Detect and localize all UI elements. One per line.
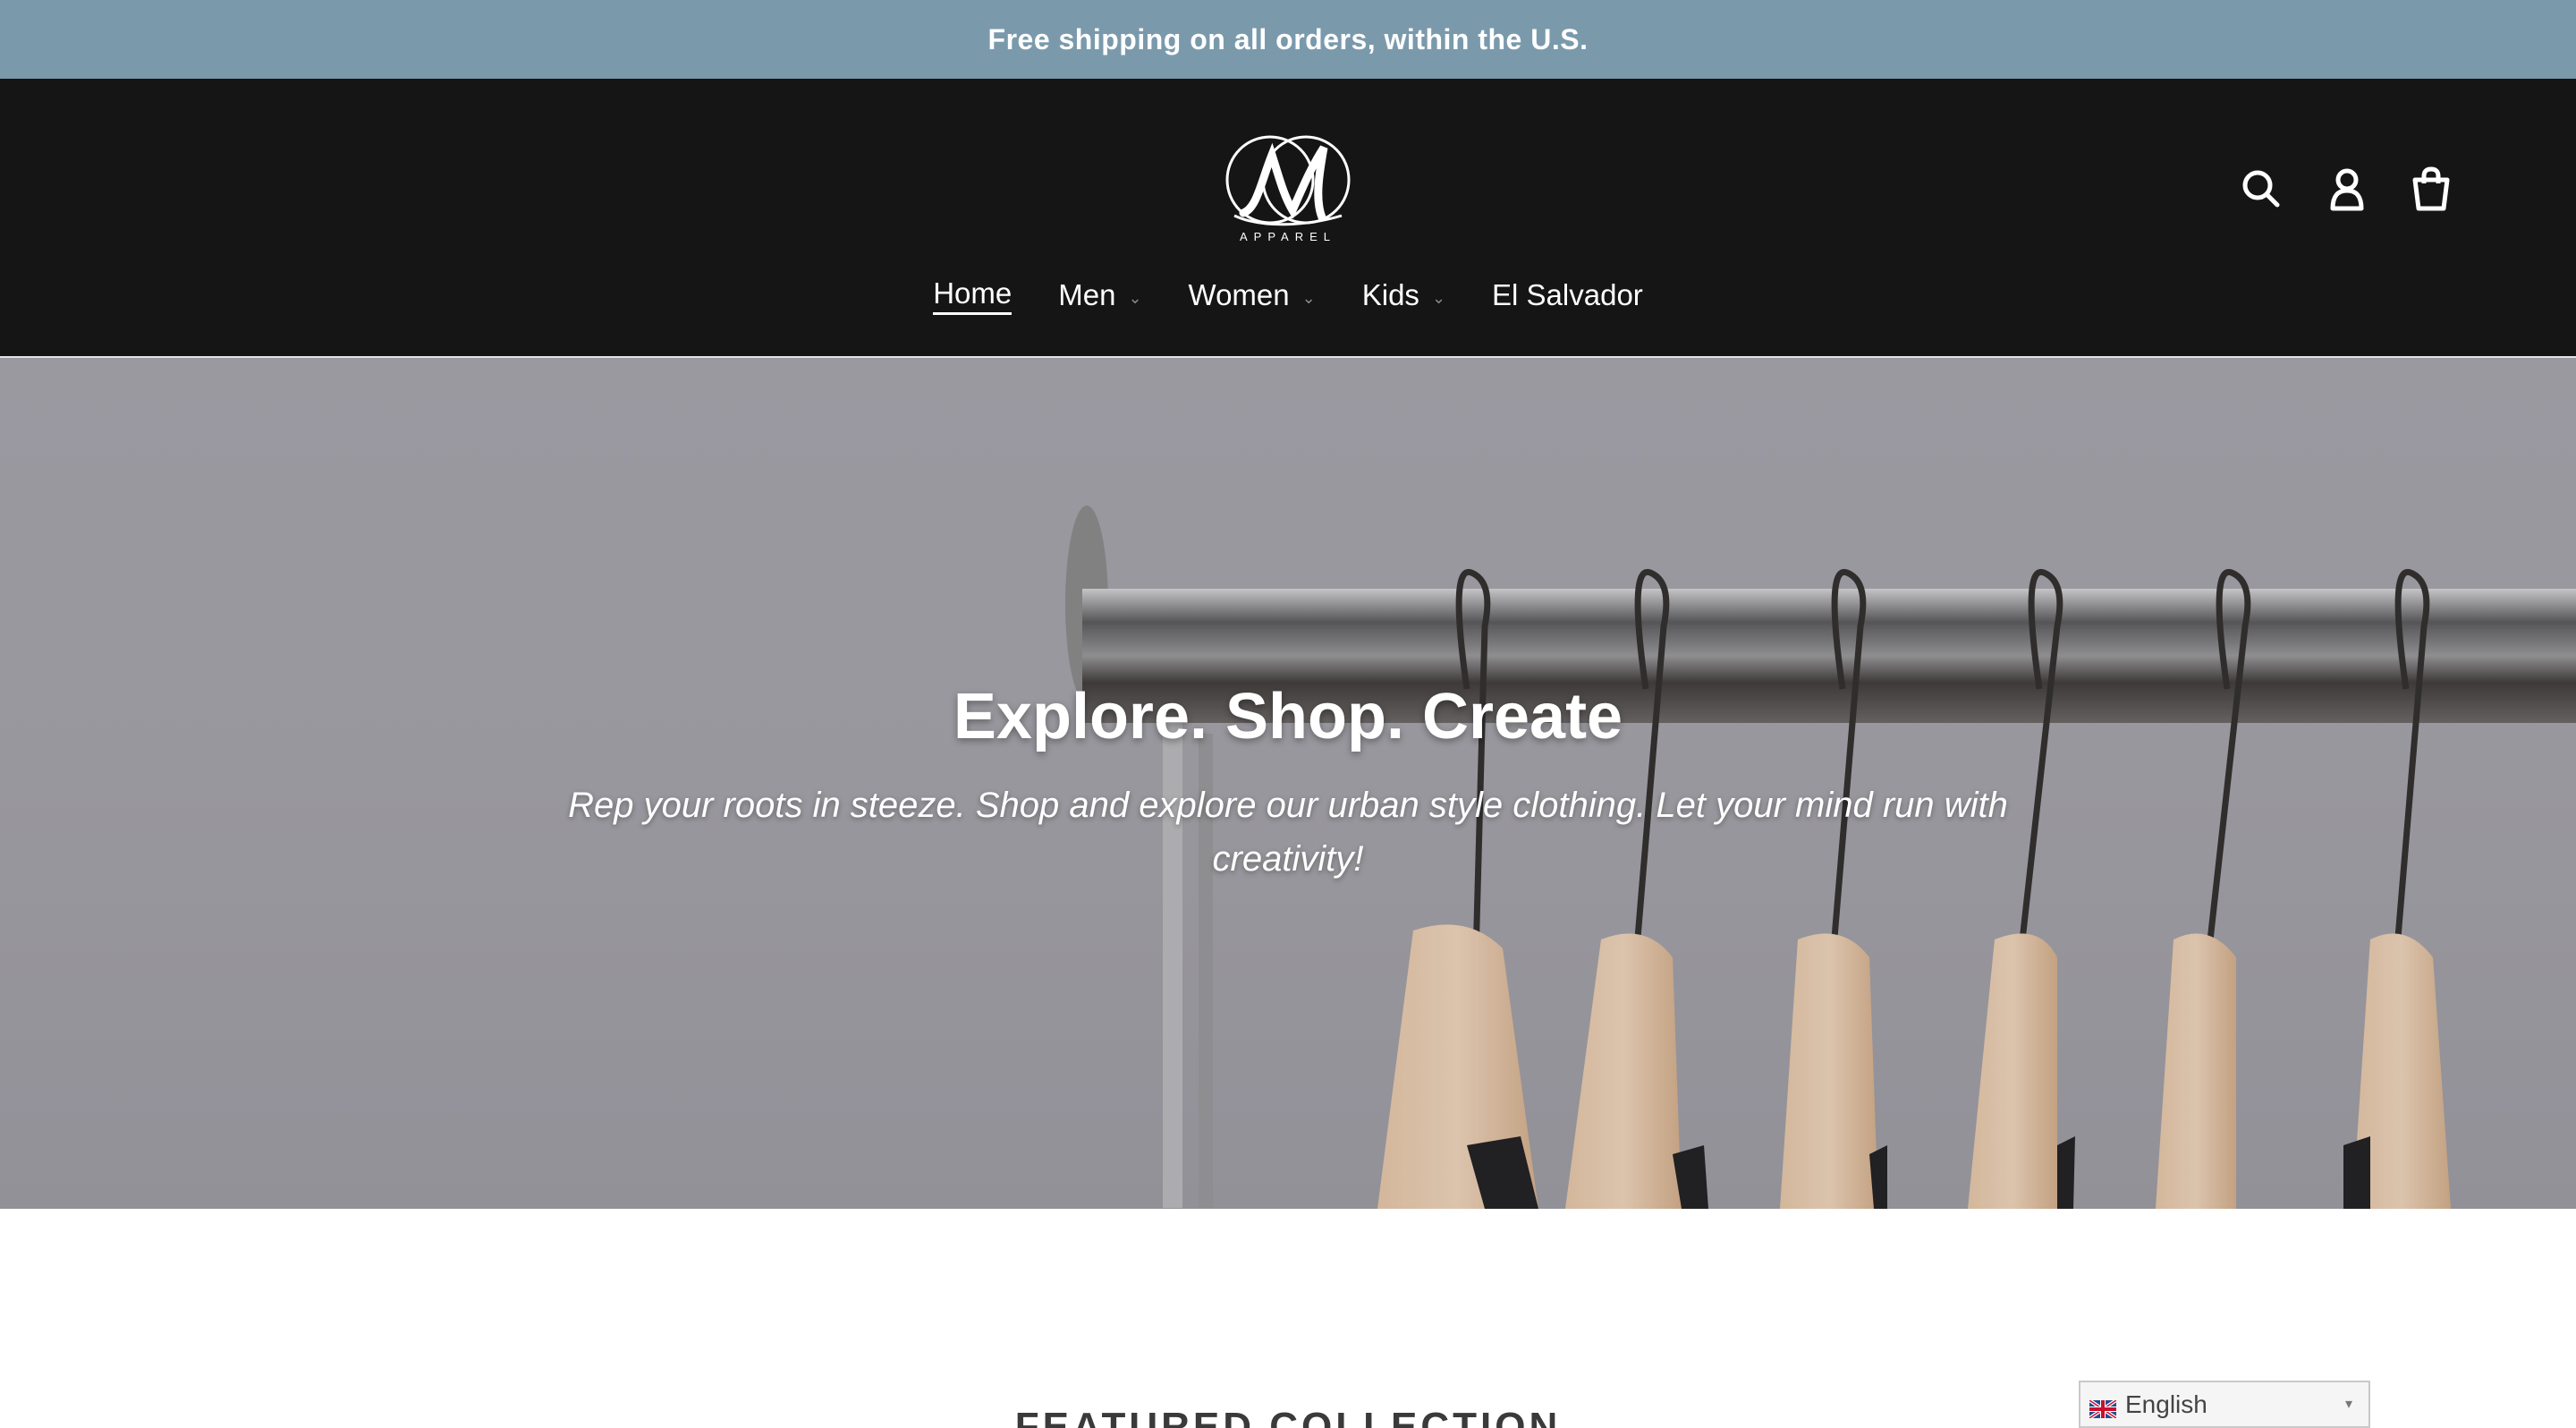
- language-selector[interactable]: English ▾: [2079, 1381, 2370, 1428]
- chevron-down-icon: ⌄: [1128, 288, 1142, 307]
- header-icons: [0, 164, 2576, 217]
- nav-label: Women: [1188, 278, 1290, 311]
- nav-item-men[interactable]: Men ⌄: [1058, 268, 1141, 322]
- main-nav: Home Men ⌄ Women ⌄ Kids ⌄ El Salvador: [0, 268, 2576, 322]
- announcement-bar: Free shipping on all orders, within the …: [0, 0, 2576, 79]
- hero-title: Explore. Shop. Create: [953, 681, 1623, 752]
- account-icon[interactable]: [2322, 164, 2372, 214]
- search-icon[interactable]: [2236, 164, 2286, 214]
- hero-banner: Explore. Shop. Create Rep your roots in …: [0, 358, 2576, 1209]
- chevron-down-icon: ⌄: [1301, 288, 1316, 307]
- announcement-text: Free shipping on all orders, within the …: [987, 22, 1589, 55]
- uk-flag-icon: [2088, 1396, 2118, 1420]
- nav-label: Men: [1058, 278, 1116, 311]
- nav-item-el-salvador[interactable]: El Salvador: [1492, 268, 1643, 322]
- caret-down-icon: ▾: [2344, 1397, 2352, 1412]
- site-header: APPAREL Home Men ⌄ Women ⌄ Kids ⌄ El Sal…: [0, 79, 2576, 358]
- nav-label: El Salvador: [1492, 278, 1643, 311]
- hero-subtitle: Rep your roots in steeze. Shop and explo…: [568, 786, 2008, 879]
- nav-item-women[interactable]: Women ⌄: [1189, 268, 1316, 322]
- nav-item-home[interactable]: Home: [933, 268, 1013, 322]
- nav-item-kids[interactable]: Kids ⌄: [1362, 268, 1445, 322]
- cart-icon[interactable]: [2406, 164, 2456, 214]
- nav-label: Home: [933, 276, 1013, 315]
- chevron-down-icon: ⌄: [1431, 288, 1446, 307]
- nav-label: Kids: [1361, 278, 1419, 311]
- language-label: English: [2125, 1390, 2207, 1418]
- logo-wordmark: APPAREL: [1240, 230, 1336, 243]
